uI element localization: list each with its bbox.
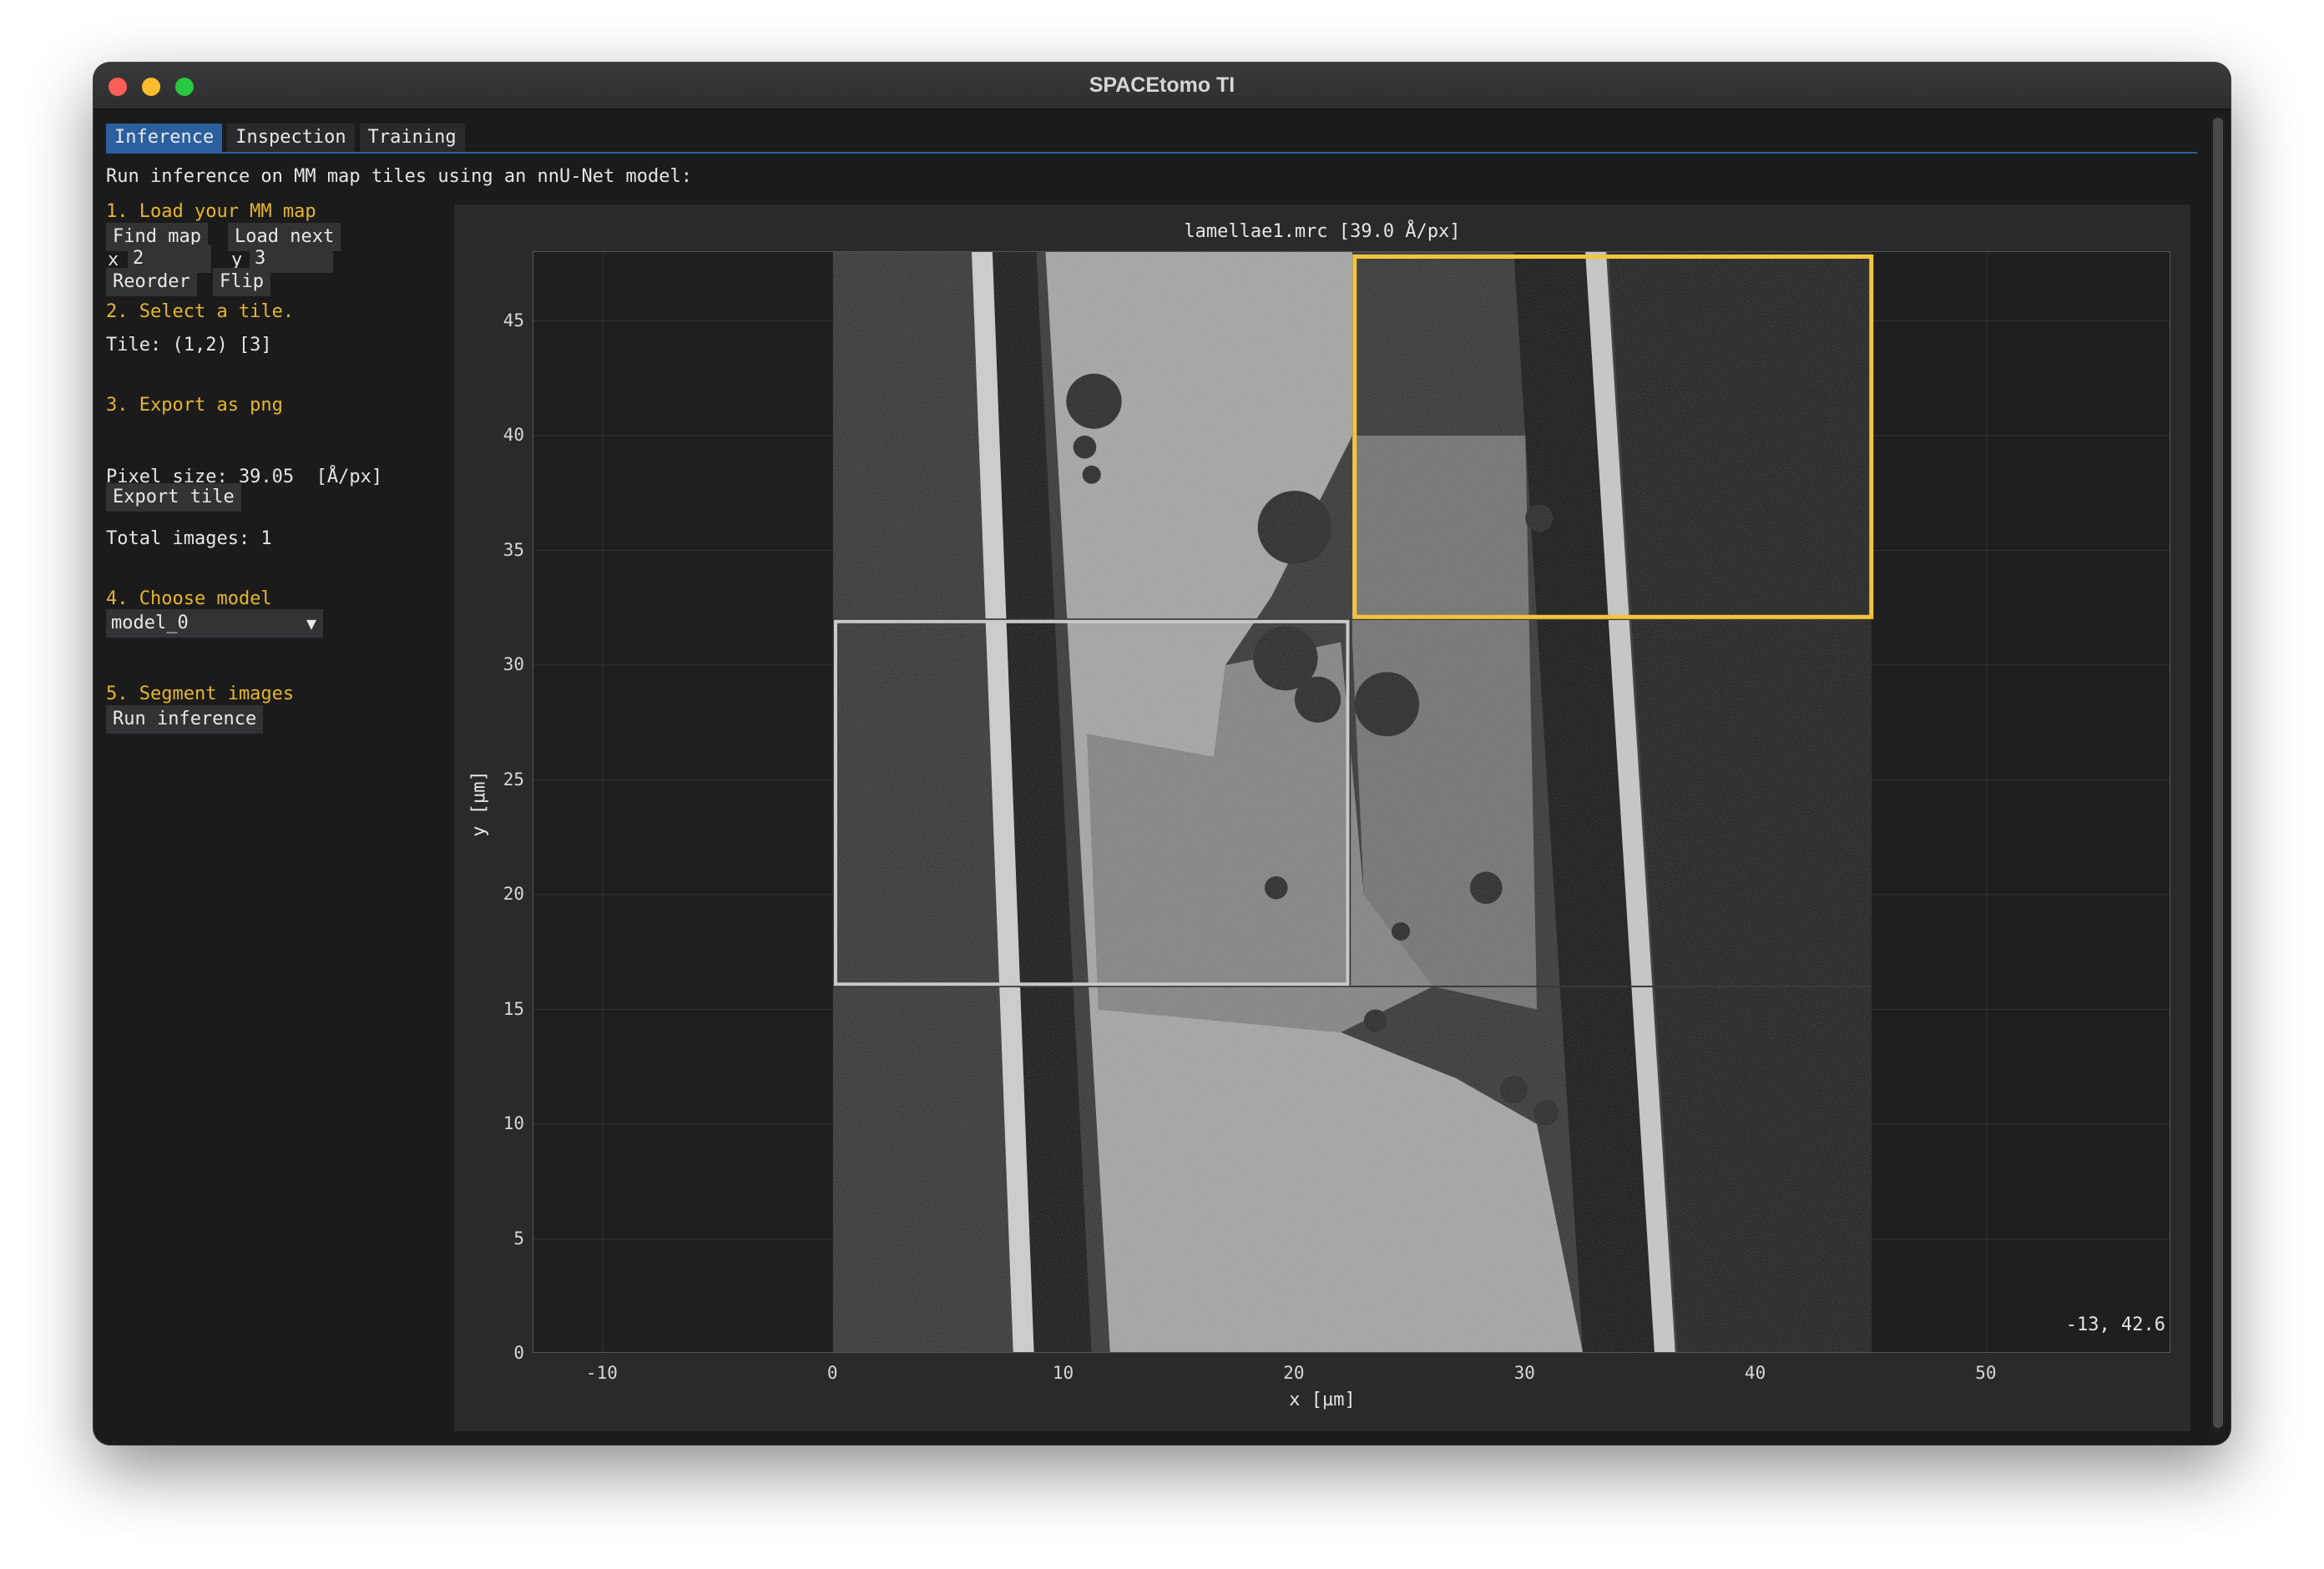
plot-title: lamellae1.mrc [39.0 Å/px] bbox=[1184, 221, 1461, 242]
dropdown-arrow-icon: ▼ bbox=[306, 613, 316, 633]
export-tile-button[interactable]: Export tile bbox=[106, 483, 241, 512]
tab-bar: Inference Inspection Training bbox=[106, 124, 465, 152]
x-tick-label: -10 bbox=[585, 1363, 618, 1383]
y-tick-label: 30 bbox=[503, 654, 524, 674]
step3-heading: 3. Export as png bbox=[106, 395, 283, 416]
model-select-value: model_0 bbox=[111, 613, 189, 633]
x-axis-label: x [µm] bbox=[1289, 1390, 1356, 1410]
map-plot-panel: lamellae1.mrc [39.0 Å/px] -10 0 10 20 30 40 50… bbox=[454, 204, 2190, 1431]
window-title: SPACEtomo TI bbox=[1089, 73, 1235, 97]
y-tick-label: 40 bbox=[503, 425, 524, 445]
map-plot-area[interactable] bbox=[533, 251, 2170, 1353]
tab-training[interactable]: Training bbox=[359, 124, 465, 152]
x-tick-label: 30 bbox=[1513, 1363, 1535, 1383]
window-scrollbar[interactable] bbox=[2210, 114, 2225, 1433]
step1-heading: 1. Load your MM map bbox=[106, 201, 316, 222]
y-tick-label: 20 bbox=[503, 884, 524, 904]
scrollbar-thumb[interactable] bbox=[2213, 118, 2223, 1428]
tab-inspection[interactable]: Inspection bbox=[227, 124, 355, 152]
y-tick-label: 35 bbox=[503, 539, 524, 560]
x-tick-label: 20 bbox=[1283, 1363, 1305, 1383]
tab-inference[interactable]: Inference bbox=[106, 124, 223, 152]
flip-button[interactable]: Flip bbox=[213, 268, 270, 296]
title-bar: SPACEtomo TI bbox=[93, 63, 2231, 109]
run-inference-button[interactable]: Run inference bbox=[106, 705, 264, 734]
x-tick-label: 10 bbox=[1052, 1363, 1074, 1383]
y-tick-label: 0 bbox=[513, 1343, 524, 1363]
model-select[interactable]: model_0 ▼ bbox=[106, 609, 323, 638]
y-tick-label: 5 bbox=[513, 1228, 524, 1249]
intro-text: Run inference on MM map tiles using an n… bbox=[106, 166, 692, 187]
x-tick-label: 40 bbox=[1744, 1363, 1766, 1383]
tile-info: Tile: (1,2) [3] bbox=[106, 335, 272, 356]
y-tick-label: 45 bbox=[503, 310, 524, 330]
cursor-coordinates: -13, 42.6 bbox=[2065, 1314, 2165, 1335]
y-tick-label: 15 bbox=[503, 998, 524, 1019]
step5-heading: 5. Segment images bbox=[106, 684, 295, 704]
step2-heading: 2. Select a tile. bbox=[106, 301, 295, 322]
tab-underline bbox=[106, 152, 2197, 154]
x-tick-label: 50 bbox=[1975, 1363, 1997, 1383]
y-axis-label: y [µm] bbox=[468, 770, 490, 837]
em-noise bbox=[833, 252, 1872, 1352]
app-window: SPACEtomo TI Inference Inspection Traini… bbox=[93, 63, 2231, 1445]
map-plot-svg[interactable] bbox=[533, 252, 2170, 1353]
em-map-image bbox=[833, 252, 1872, 1352]
reorder-button[interactable]: Reorder bbox=[106, 268, 197, 296]
y-tick-label: 10 bbox=[503, 1113, 524, 1133]
x-tick-label: 0 bbox=[826, 1363, 838, 1383]
total-images-text: Total images: 1 bbox=[106, 528, 272, 549]
step4-heading: 4. Choose model bbox=[106, 588, 272, 609]
